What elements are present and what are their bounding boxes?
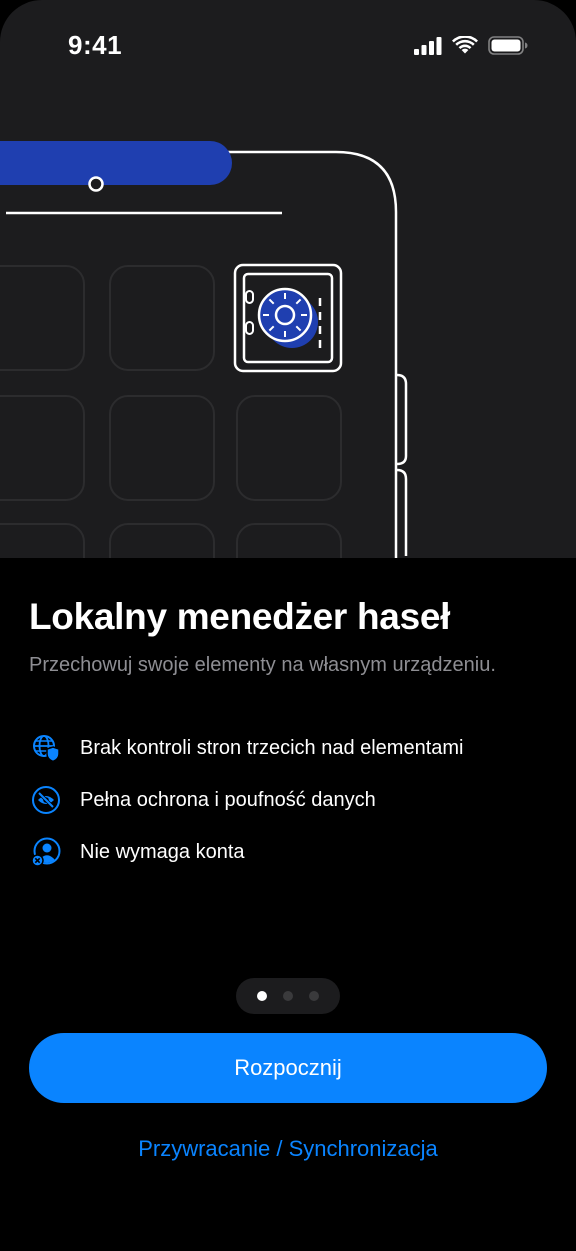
status-bar: 9:41: [0, 0, 576, 96]
start-button[interactable]: Rozpocznij: [29, 1033, 547, 1103]
page-title: Lokalny menedżer haseł: [29, 596, 451, 637]
status-time: 9:41: [68, 30, 123, 60]
cellular-signal-icon: [414, 36, 442, 60]
feature-label: Nie wymaga konta: [80, 840, 245, 863]
feature-item: Brak kontroli stron trzecich nad element…: [29, 722, 549, 774]
page-dot[interactable]: [309, 991, 319, 1001]
feature-label: Brak kontroli stron trzecich nad element…: [80, 736, 464, 759]
safe-icon: [233, 263, 343, 373]
globe-shield-icon: [29, 731, 63, 765]
page-dot-active[interactable]: [257, 991, 267, 1001]
battery-icon: [488, 36, 528, 60]
page-indicator[interactable]: [236, 978, 340, 1014]
page-dot[interactable]: [283, 991, 293, 1001]
eye-slash-icon: [29, 783, 63, 817]
restore-sync-link[interactable]: Przywracanie / Synchronizacja: [0, 1136, 576, 1162]
status-icons: [414, 35, 528, 60]
user-remove-icon: [29, 835, 63, 869]
onboarding-content: Lokalny menedżer haseł Przechowuj swoje …: [0, 558, 576, 1251]
feature-list: Brak kontroli stron trzecich nad element…: [29, 722, 549, 878]
onboarding-screen: 9:41 Lokalny menedżer haseł Przechowuj s…: [0, 0, 576, 1251]
feature-item: Nie wymaga konta: [29, 826, 549, 878]
feature-label: Pełna ochrona i poufność danych: [80, 788, 376, 811]
page-subtitle: Przechowuj swoje elementy na własnym urz…: [29, 654, 496, 676]
feature-item: Pełna ochrona i poufność danych: [29, 774, 549, 826]
wifi-icon: [452, 35, 478, 60]
